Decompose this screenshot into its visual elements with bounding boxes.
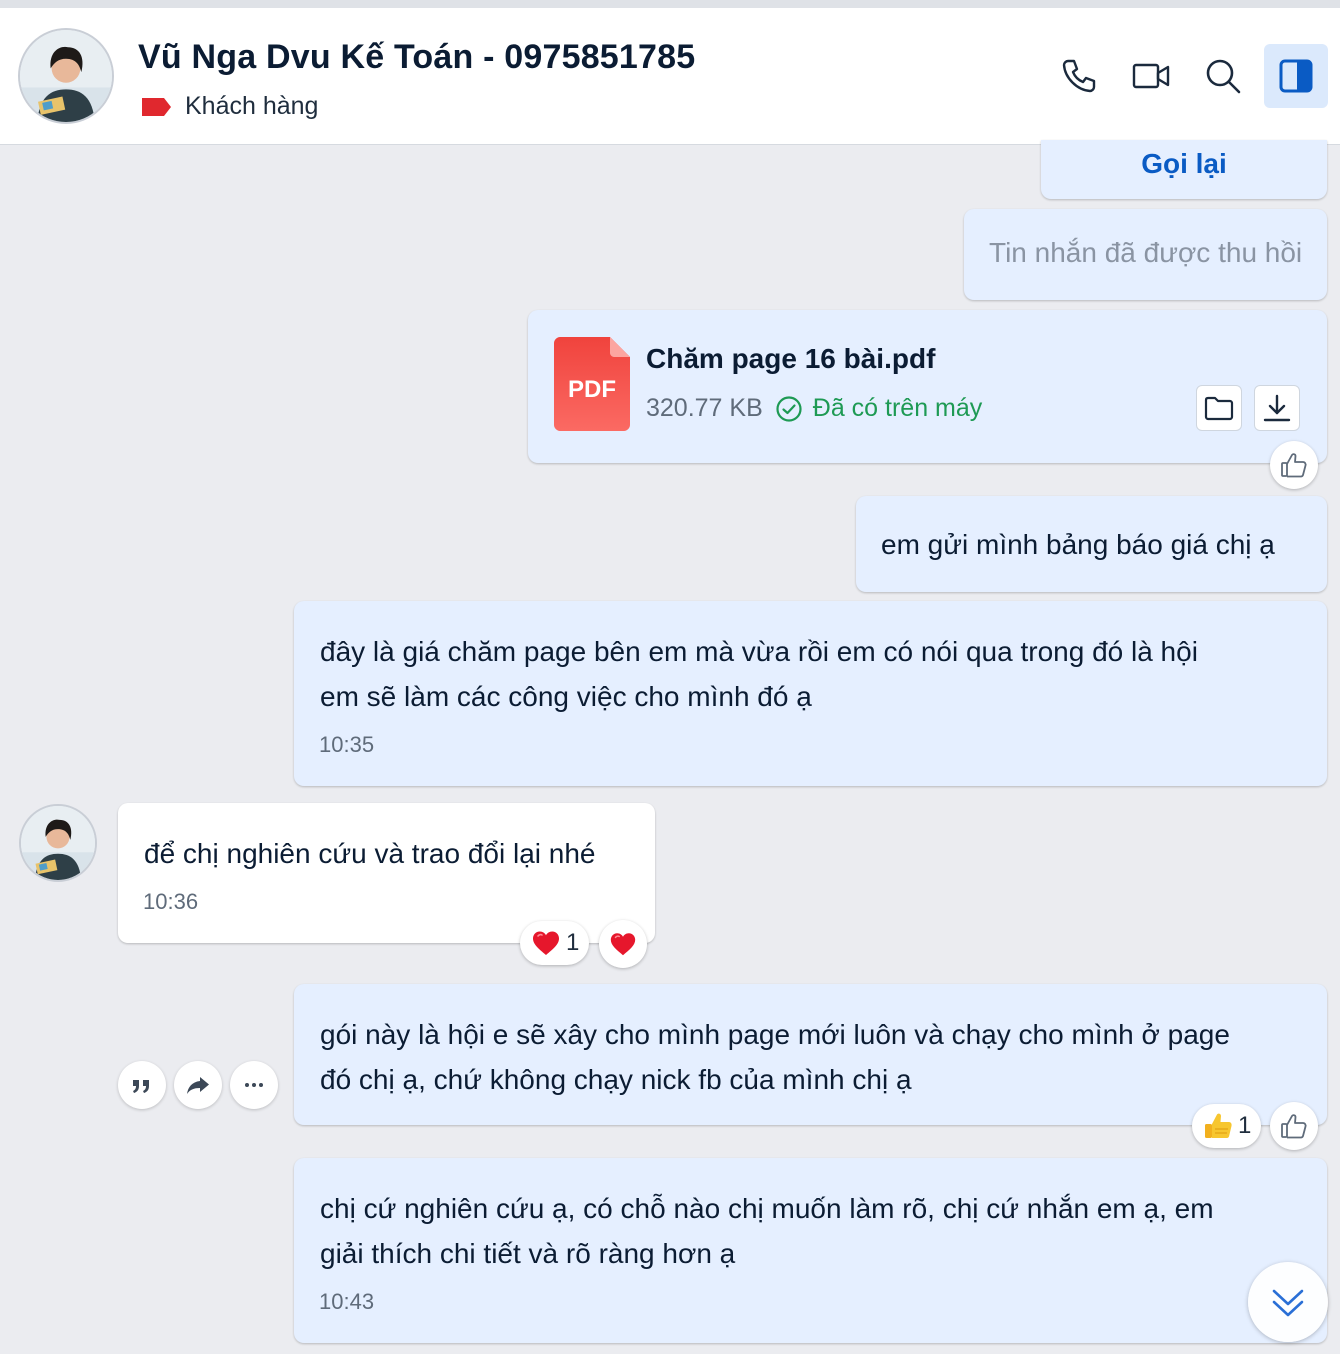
call-button[interactable] — [1047, 44, 1111, 108]
message-time: 10:35 — [319, 732, 375, 757]
search-icon — [1206, 59, 1241, 94]
file-size: 320.77 KB — [646, 394, 763, 422]
like-reaction-button[interactable] — [1270, 441, 1318, 489]
message-line: đó chị ạ, chứ không chạy nick fb của mìn… — [320, 1064, 912, 1095]
contact-avatar[interactable] — [18, 28, 114, 124]
folder-icon — [1204, 396, 1234, 421]
conversation-header: Vũ Nga Dvu Kế Toán - 0975851785 Khách hà… — [0, 8, 1340, 145]
video-icon — [1132, 63, 1170, 89]
message-text: để chị nghiên cứu và trao đổi lại nhé — [144, 838, 596, 869]
reaction-summary[interactable]: 1 — [520, 921, 590, 965]
outgoing-message[interactable]: đây là giá chăm page bên em mà vừa rồi e… — [294, 601, 1327, 786]
outgoing-message[interactable]: gói này là hội e sẽ xây cho mình page mớ… — [294, 984, 1327, 1125]
window-top-strip — [0, 0, 1340, 8]
file-message[interactable]: PDF Chăm page 16 bài.pdf 320.77 KB Đã có… — [528, 310, 1327, 463]
file-meta: 320.77 KB Đã có trên máy — [646, 394, 982, 423]
like-icon — [1281, 1114, 1307, 1139]
scroll-to-bottom-button[interactable] — [1248, 1262, 1328, 1342]
message-line: chị cứ nghiên cứu ạ, có chỗ nào chị muốn… — [320, 1193, 1214, 1224]
contact-name: Vũ Nga Dvu Kế Toán - 0975851785 — [138, 38, 696, 76]
quote-reply-button[interactable] — [118, 1061, 166, 1109]
like-reaction-button[interactable] — [1270, 1102, 1318, 1150]
share-icon — [187, 1077, 209, 1094]
recalled-message[interactable]: Tin nhắn đã được thu hồi — [964, 209, 1327, 300]
recalled-text: Tin nhắn đã được thu hồi — [989, 237, 1303, 268]
message-text: gói này là hội e sẽ xây cho mình page mớ… — [320, 1012, 1230, 1102]
heart-icon — [610, 933, 636, 956]
search-button[interactable] — [1191, 44, 1255, 108]
file-status: Đã có trên máy — [812, 394, 983, 422]
reaction-count: 1 — [1238, 1112, 1252, 1139]
check-circle-icon — [776, 395, 802, 422]
pdf-type-label: PDF — [568, 376, 616, 403]
heart-reaction-button[interactable] — [599, 920, 647, 968]
open-folder-button[interactable] — [1196, 385, 1242, 431]
video-call-button[interactable] — [1119, 44, 1183, 108]
outgoing-message[interactable]: chị cứ nghiên cứu ạ, có chỗ nào chị muốn… — [294, 1158, 1327, 1343]
tag-label-icon — [142, 97, 171, 116]
phone-icon — [1062, 59, 1096, 93]
message-line: gói này là hội e sẽ xây cho mình page mớ… — [320, 1019, 1230, 1050]
message-text: đây là giá chăm page bên em mà vừa rồi e… — [320, 629, 1198, 719]
sender-avatar[interactable] — [19, 804, 97, 882]
heart-icon — [533, 931, 559, 955]
download-button[interactable] — [1254, 385, 1300, 431]
like-icon — [1281, 453, 1307, 478]
message-line: giải thích chi tiết và rõ ràng hơn ạ — [320, 1238, 736, 1269]
more-icon — [245, 1083, 263, 1087]
reaction-count: 1 — [566, 929, 580, 956]
outgoing-message[interactable]: em gửi mình bảng báo giá chị ạ — [856, 496, 1327, 592]
callback-button[interactable]: Gọi lại — [1041, 148, 1327, 180]
more-actions-button[interactable] — [230, 1061, 278, 1109]
callback-message: Gọi lại — [1041, 140, 1327, 199]
forward-button[interactable] — [174, 1061, 222, 1109]
message-time: 10:43 — [319, 1289, 375, 1314]
contact-tag[interactable]: Khách hàng — [140, 92, 318, 121]
thumbs-up-emoji-icon — [1205, 1113, 1232, 1138]
message-line: em sẽ làm các công việc cho mình đó ạ — [320, 681, 812, 712]
message-text: em gửi mình bảng báo giá chị ạ — [881, 529, 1275, 560]
chevron-double-down-icon — [1272, 1289, 1304, 1317]
toggle-sidebar-button[interactable] — [1264, 44, 1328, 108]
message-line: đây là giá chăm page bên em mà vừa rồi e… — [320, 636, 1198, 667]
tag-label: Khách hàng — [185, 92, 319, 120]
reaction-summary[interactable]: 1 — [1192, 1104, 1262, 1148]
file-name[interactable]: Chăm page 16 bài.pdf — [646, 343, 935, 375]
sidebar-toggle-icon — [1279, 59, 1313, 93]
pdf-file-icon: PDF — [554, 337, 630, 431]
quote-icon — [133, 1080, 149, 1093]
download-icon — [1263, 394, 1291, 422]
message-time: 10:36 — [143, 889, 199, 914]
message-text: chị cứ nghiên cứu ạ, có chỗ nào chị muốn… — [320, 1186, 1214, 1276]
